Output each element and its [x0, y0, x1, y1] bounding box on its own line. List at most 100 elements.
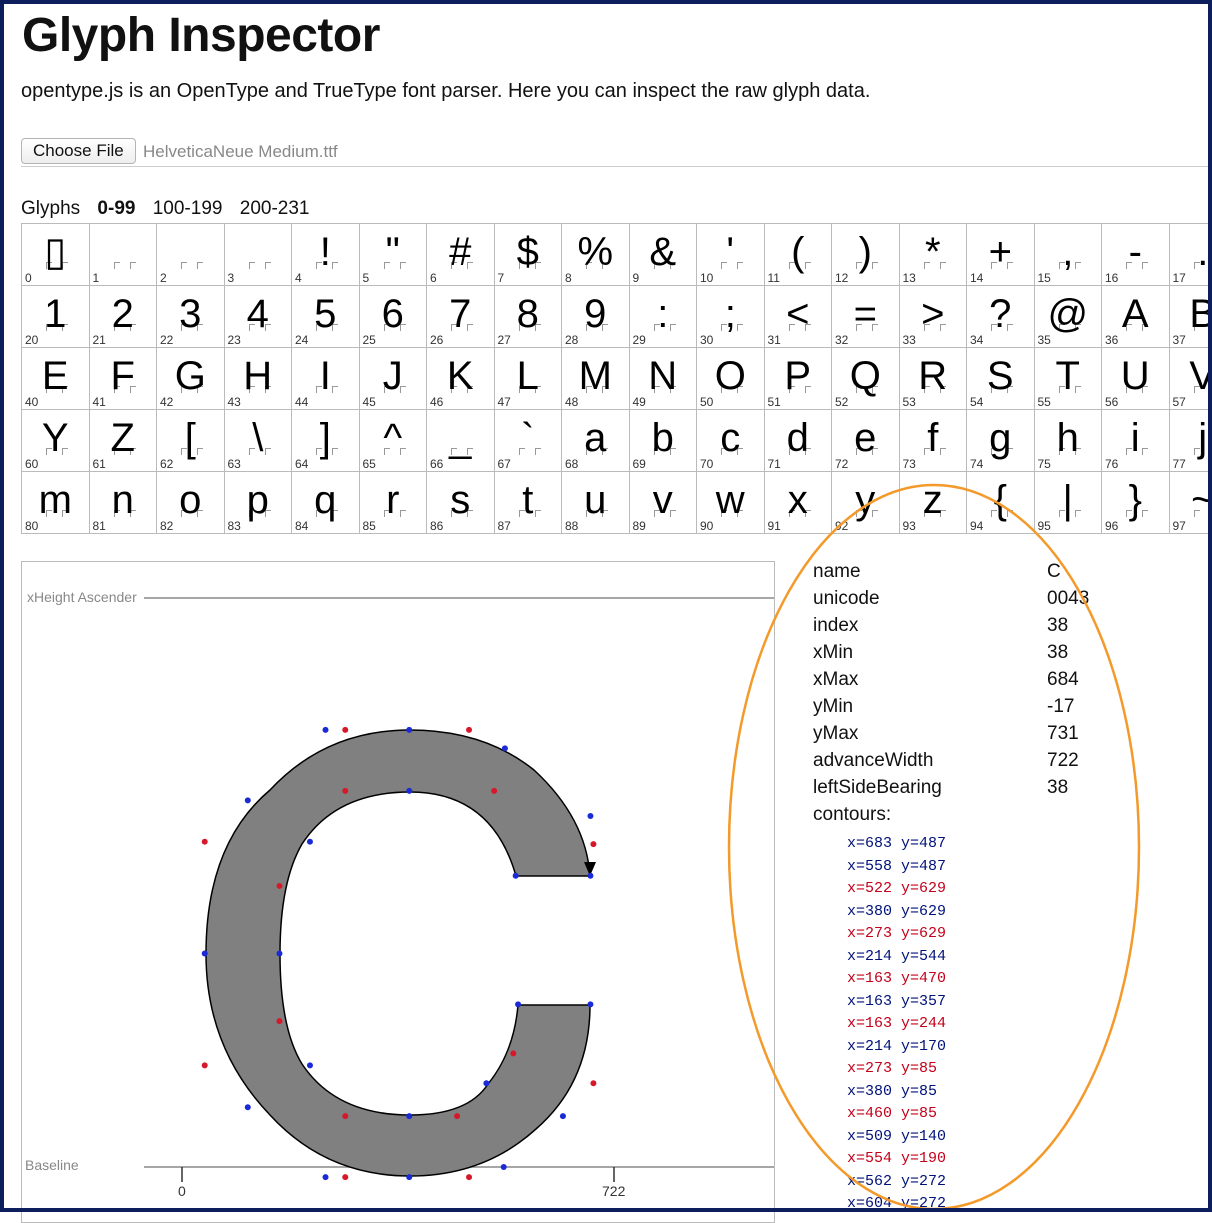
glyph-cell[interactable]: 322 [156, 285, 225, 348]
glyph-cell[interactable]: &9 [629, 223, 698, 286]
glyph-cell[interactable]: >33 [899, 285, 968, 348]
glyph-cell[interactable]: q84 [291, 471, 360, 534]
glyph-cell[interactable]: -16 [1101, 223, 1170, 286]
glyph-cell[interactable]: Y60 [21, 409, 90, 472]
choose-file-button[interactable]: Choose File [21, 138, 136, 164]
glyph-cell[interactable]: `67 [494, 409, 563, 472]
glyph-cell[interactable]: A36 [1101, 285, 1170, 348]
glyph-cell[interactable]: #6 [426, 223, 495, 286]
glyph-cell[interactable]: S54 [966, 347, 1035, 410]
glyph-cell[interactable]: Z61 [89, 409, 158, 472]
glyph-cell[interactable]: R53 [899, 347, 968, 410]
glyph-cell[interactable]: 524 [291, 285, 360, 348]
glyph-cell[interactable]: j77 [1169, 409, 1212, 472]
glyph-cell[interactable]: ,15 [1034, 223, 1103, 286]
glyph-cell[interactable]: c70 [696, 409, 765, 472]
glyph-cell[interactable]: |95 [1034, 471, 1103, 534]
glyph-cell[interactable]: o82 [156, 471, 225, 534]
glyph-cell[interactable]: ^65 [359, 409, 428, 472]
glyph-cell[interactable]: =32 [831, 285, 900, 348]
glyph-cell[interactable]: ~97 [1169, 471, 1212, 534]
glyph-cell[interactable]: _66 [426, 409, 495, 472]
glyph-cell[interactable]: 1 [89, 223, 158, 286]
glyph-cell[interactable]: F41 [89, 347, 158, 410]
glyph-cell[interactable]: Q52 [831, 347, 900, 410]
glyph-cell[interactable]: u88 [561, 471, 630, 534]
glyph-index: 30 [700, 333, 713, 347]
glyph-cell[interactable]: J45 [359, 347, 428, 410]
glyph-cell[interactable]: a68 [561, 409, 630, 472]
glyph-cell[interactable]: @35 [1034, 285, 1103, 348]
glyph-cell[interactable]: d71 [764, 409, 833, 472]
glyph-cell[interactable]: :29 [629, 285, 698, 348]
glyph-cell[interactable]: *13 [899, 223, 968, 286]
glyph-cell[interactable]: $7 [494, 223, 563, 286]
glyph-cell[interactable]: G42 [156, 347, 225, 410]
glyph-cell[interactable]: '10 [696, 223, 765, 286]
glyph-cell[interactable]: 3 [224, 223, 293, 286]
glyph-cell[interactable]: K46 [426, 347, 495, 410]
glyph-cell[interactable]: <31 [764, 285, 833, 348]
glyph-cell[interactable]: N49 [629, 347, 698, 410]
glyph-cell[interactable]: +14 [966, 223, 1035, 286]
glyph-cell[interactable]: s86 [426, 471, 495, 534]
glyph-cell[interactable]: !4 [291, 223, 360, 286]
glyph-cell[interactable]: "5 [359, 223, 428, 286]
glyph-cell[interactable]: %8 [561, 223, 630, 286]
glyph-cell[interactable]: ;30 [696, 285, 765, 348]
glyph-cell[interactable]: M48 [561, 347, 630, 410]
point-x: x=163 [847, 993, 892, 1010]
glyph-cell[interactable]: r85 [359, 471, 428, 534]
glyph-cell[interactable]: y92 [831, 471, 900, 534]
glyph-cell[interactable]: 423 [224, 285, 293, 348]
glyph-cell[interactable]: .17 [1169, 223, 1212, 286]
glyph-cell[interactable]: i76 [1101, 409, 1170, 472]
glyph-cell[interactable]: ]64 [291, 409, 360, 472]
glyph-cell[interactable]: p83 [224, 471, 293, 534]
glyph-cell[interactable]: 2 [156, 223, 225, 286]
glyph-cell[interactable]: 827 [494, 285, 563, 348]
glyph-cell[interactable]: x91 [764, 471, 833, 534]
glyph-cell[interactable]: b69 [629, 409, 698, 472]
glyph-canvas[interactable]: xHeight Ascender Baseline 0 722 [21, 561, 775, 1223]
glyph-cell[interactable]: P51 [764, 347, 833, 410]
glyph-cell[interactable]: e72 [831, 409, 900, 472]
glyph-cell[interactable]: I44 [291, 347, 360, 410]
tab-range-0-99[interactable]: 0-99 [97, 198, 135, 219]
glyph-cell[interactable]: {94 [966, 471, 1035, 534]
glyph-cell[interactable]: 221 [89, 285, 158, 348]
glyph-cell[interactable]: g74 [966, 409, 1035, 472]
glyph-cell[interactable]: 928 [561, 285, 630, 348]
glyph-cell[interactable]: \63 [224, 409, 293, 472]
glyph-cell[interactable]: h75 [1034, 409, 1103, 472]
glyph-cell[interactable]: O50 [696, 347, 765, 410]
glyph-cell[interactable]: v89 [629, 471, 698, 534]
glyph-cell[interactable]: f73 [899, 409, 968, 472]
tab-range-100-199[interactable]: 100-199 [153, 198, 223, 219]
glyph-cell[interactable]: 726 [426, 285, 495, 348]
glyph-cell[interactable]: U56 [1101, 347, 1170, 410]
glyph-cell[interactable]: [62 [156, 409, 225, 472]
glyph-cell[interactable]: w90 [696, 471, 765, 534]
glyph-cell[interactable]: B37 [1169, 285, 1212, 348]
contour-point: x=522y=629 [847, 878, 946, 901]
glyph-cell[interactable]: z93 [899, 471, 968, 534]
glyph-cell[interactable]: t87 [494, 471, 563, 534]
glyph-cell[interactable]: m80 [21, 471, 90, 534]
glyph-cell[interactable]: )12 [831, 223, 900, 286]
glyph-cell[interactable]: }96 [1101, 471, 1170, 534]
glyph-cell[interactable]: L47 [494, 347, 563, 410]
glyph-cell[interactable]: 120 [21, 285, 90, 348]
glyph-cell[interactable]: E40 [21, 347, 90, 410]
glyph-cell[interactable]: ▯0 [21, 223, 90, 286]
glyph-cell[interactable]: ?34 [966, 285, 1035, 348]
glyph-cell[interactable]: (11 [764, 223, 833, 286]
glyph-cell[interactable]: 625 [359, 285, 428, 348]
glyph-cell[interactable]: T55 [1034, 347, 1103, 410]
glyph-cell[interactable]: n81 [89, 471, 158, 534]
glyph-cell[interactable]: H43 [224, 347, 293, 410]
contour-point: x=509y=140 [847, 1126, 946, 1149]
glyph-cell[interactable]: V57 [1169, 347, 1212, 410]
tab-range-200-231[interactable]: 200-231 [240, 198, 310, 219]
glyph-index: 47 [498, 395, 511, 409]
